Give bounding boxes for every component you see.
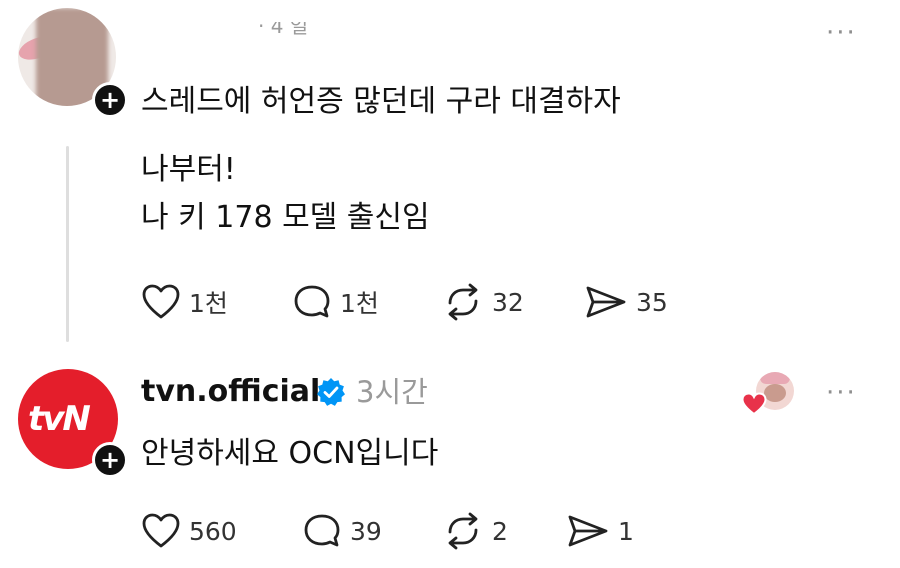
share-icon	[568, 515, 608, 547]
post1-like-button[interactable]: 1천	[141, 283, 228, 321]
follow-plus-icon[interactable]: +	[92, 82, 128, 118]
reactor-face	[764, 384, 786, 402]
like-count: 560	[189, 516, 237, 546]
post1-share-button[interactable]: 35	[584, 283, 668, 321]
post2-text: 안녕하세요 OCN입니다	[141, 436, 439, 471]
post1-text-line2: 나부터!	[141, 152, 236, 187]
post2-repost-button[interactable]: 2	[442, 512, 508, 550]
post1-text-line1: 스레드에 허언증 많던데 구라 대결하자	[141, 84, 621, 119]
comment-icon	[304, 514, 340, 547]
tvn-logo: tvN	[28, 399, 91, 439]
post1-more-icon[interactable]: ···	[826, 20, 857, 46]
repost-count: 32	[492, 287, 524, 317]
share-count: 1	[618, 516, 634, 546]
post1-text-line3: 나 키 178 모델 출신임	[141, 200, 430, 235]
reactor-hat	[760, 372, 790, 384]
repost-icon	[448, 283, 478, 321]
heart-icon	[142, 513, 180, 548]
share-icon	[586, 286, 626, 318]
reply-count: 39	[350, 516, 382, 546]
repost-count: 2	[492, 516, 508, 546]
follow-plus-icon[interactable]: +	[92, 442, 128, 478]
post1-header-cutoff: · 4 일	[258, 22, 309, 38]
reaction-heart-icon	[741, 392, 767, 416]
post2-time: 3시간	[356, 375, 428, 409]
reply-count: 1천	[340, 289, 379, 318]
comment-icon	[294, 285, 330, 318]
like-count: 1천	[189, 289, 228, 318]
thread-line	[66, 146, 69, 342]
post2-more-icon[interactable]: ···	[826, 380, 857, 406]
heart-icon	[142, 284, 180, 319]
post1-repost-button[interactable]: 32	[442, 283, 524, 321]
share-count: 35	[636, 287, 668, 317]
post2-reply-button[interactable]: 39	[302, 512, 382, 550]
post2-share-button[interactable]: 1	[566, 512, 634, 550]
post2-username[interactable]: tvn.official	[141, 372, 320, 412]
repost-icon	[448, 512, 478, 550]
post2-like-button[interactable]: 560	[141, 512, 237, 550]
post1-reply-button[interactable]: 1천	[292, 283, 379, 321]
verified-check-icon	[317, 378, 345, 406]
